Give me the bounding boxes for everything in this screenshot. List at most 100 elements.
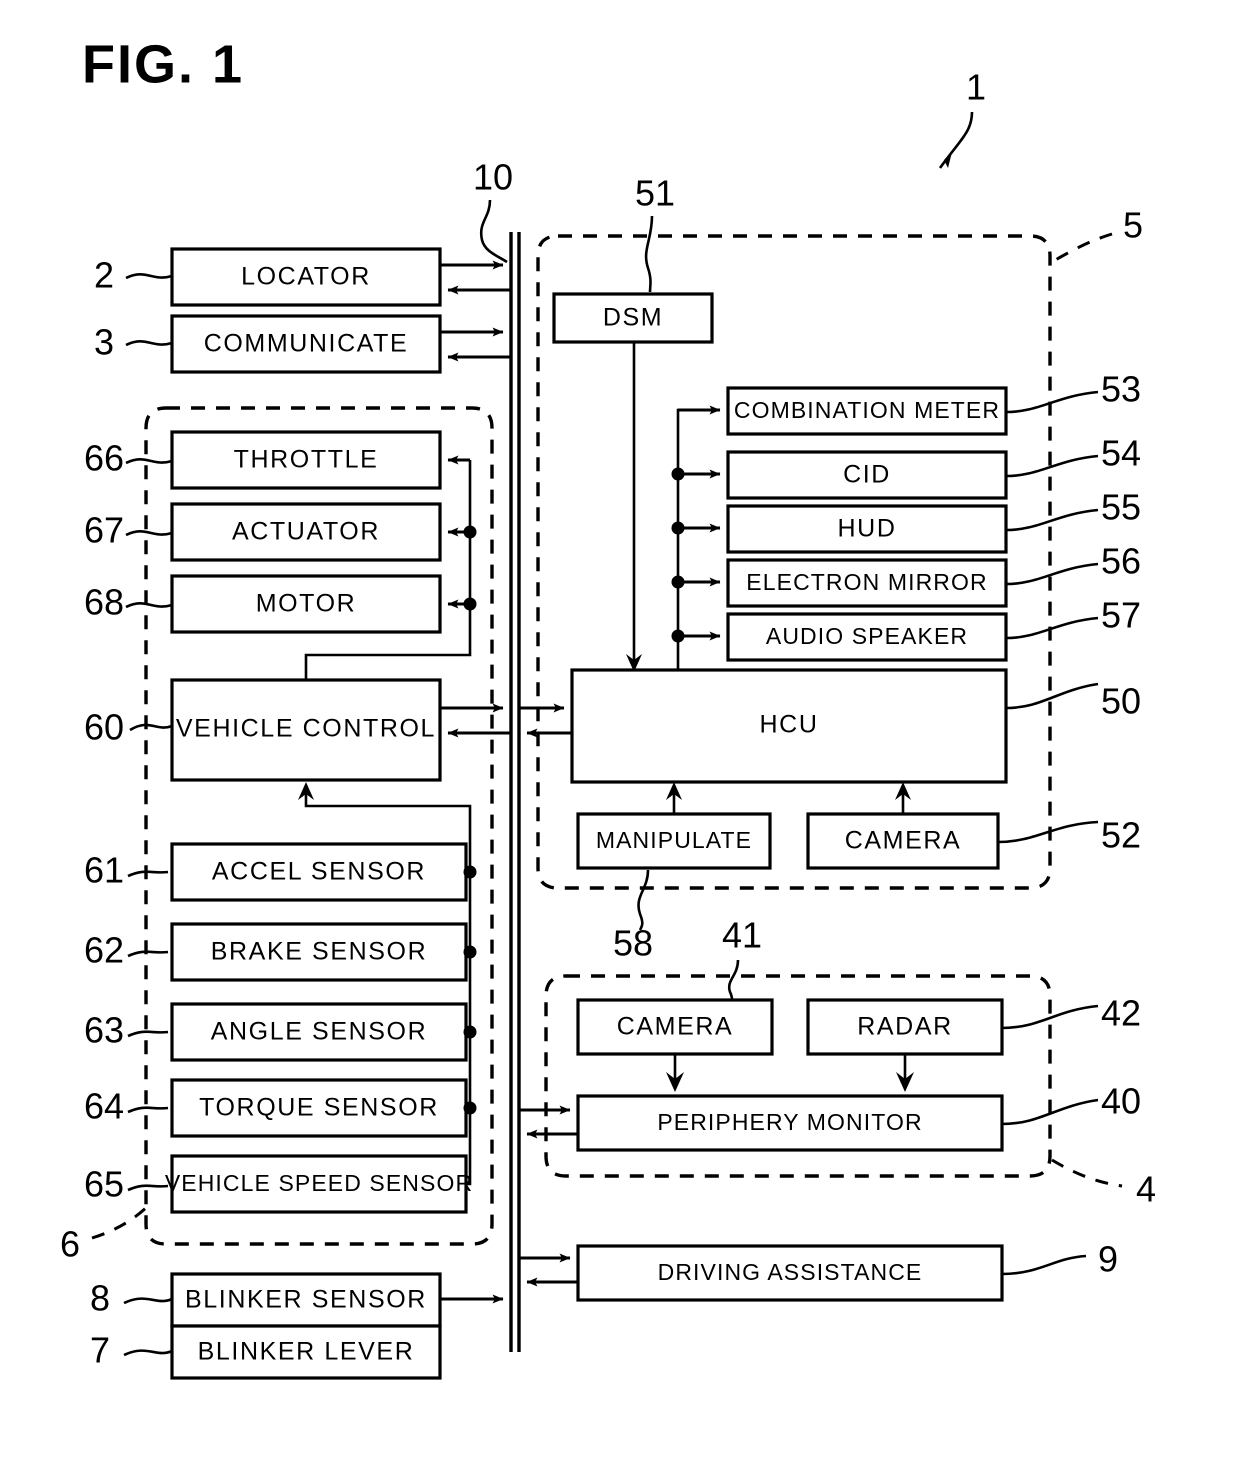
ref-63-leader xyxy=(127,1030,169,1038)
ref-67-leader xyxy=(125,530,173,537)
ref-53: 53 xyxy=(1101,369,1141,410)
junction-dot-cid xyxy=(671,467,685,481)
block-diagram-canvas: FIG. 1 1 10 6 LOCATOR 2 COMMUNICATE 3 TH… xyxy=(60,34,1156,1380)
junction-dot-audio-speaker xyxy=(671,629,685,643)
block-hcu-label: HCU xyxy=(760,711,819,739)
ref-58-leader xyxy=(637,869,650,931)
block-locator-label: LOCATOR xyxy=(241,263,371,291)
ref-56: 56 xyxy=(1101,541,1141,582)
block-combination-meter-label: COMBINATION METER xyxy=(734,397,1000,423)
ref-4-leader xyxy=(1051,1158,1123,1188)
junction-dot-angle xyxy=(463,1025,477,1039)
junction-dot-torque xyxy=(463,1101,477,1115)
ref-3: 3 xyxy=(94,322,114,363)
ref-64: 64 xyxy=(84,1086,124,1127)
ref-66: 66 xyxy=(84,438,124,479)
block-communicate-label: COMMUNICATE xyxy=(204,330,409,358)
block-manipulate-label: MANIPULATE xyxy=(596,827,752,853)
block-dsm-label: DSM xyxy=(603,304,663,332)
ref-3-leader xyxy=(125,340,173,347)
ref-8: 8 xyxy=(90,1278,110,1319)
ref-9: 9 xyxy=(1098,1239,1118,1280)
junction-dot-electron-mirror xyxy=(671,575,685,589)
ref-1-system: 1 xyxy=(966,67,986,108)
junction-dot-actuator xyxy=(463,525,477,539)
block-brake-sensor-label: BRAKE SENSOR xyxy=(211,938,427,966)
ref-50: 50 xyxy=(1101,681,1141,722)
ref-62: 62 xyxy=(84,930,124,971)
figure-title: FIG. 1 xyxy=(82,34,244,94)
block-electron-mirror-label: ELECTRON MIRROR xyxy=(746,569,987,595)
ref-51: 51 xyxy=(635,173,675,214)
ref-53-leader xyxy=(1005,390,1099,414)
block-accel-sensor-label: ACCEL SENSOR xyxy=(212,858,426,886)
ref-40: 40 xyxy=(1101,1081,1141,1122)
block-vehicle-control-label: VEHICLE CONTROL xyxy=(176,715,436,743)
ref-64-leader xyxy=(127,1106,169,1114)
ref-57: 57 xyxy=(1101,595,1141,636)
junction-dot-accel xyxy=(463,865,477,879)
block-periphery-camera-label: CAMERA xyxy=(617,1013,734,1041)
ref-56-leader xyxy=(1005,562,1099,586)
junction-dot-brake xyxy=(463,945,477,959)
block-driving-assistance-label: DRIVING ASSISTANCE xyxy=(658,1259,923,1285)
patent-figure: FIG. 1 1 10 6 LOCATOR 2 COMMUNICATE 3 TH… xyxy=(0,0,1240,1470)
ref-60: 60 xyxy=(84,707,124,748)
ref-51-leader xyxy=(644,215,654,293)
block-actuator-label: ACTUATOR xyxy=(232,518,380,546)
junction-dot-hud xyxy=(671,521,685,535)
wire-vehiclecontrol-to-actuators-rail xyxy=(304,460,472,680)
block-vehicle-speed-sensor-label: VEHICLE SPEED SENSOR xyxy=(165,1170,473,1196)
ref-65-leader xyxy=(127,1184,169,1192)
ref-5-leader xyxy=(1051,232,1113,264)
block-cid-label: CID xyxy=(843,461,891,489)
ref-55: 55 xyxy=(1101,487,1141,528)
ref-52: 52 xyxy=(1101,815,1141,856)
ref-7: 7 xyxy=(90,1330,110,1371)
ref-68-leader xyxy=(125,602,173,609)
ref-6-leader xyxy=(91,1202,152,1240)
junction-dot-motor xyxy=(463,597,477,611)
ref-52-leader xyxy=(997,820,1099,844)
block-hud-label: HUD xyxy=(838,515,897,543)
ref-55-leader xyxy=(1005,508,1099,532)
ref-6-group: 6 xyxy=(60,1224,80,1265)
ref-10-bus: 10 xyxy=(473,157,513,198)
ref-8-leader xyxy=(123,1297,173,1305)
ref-60-leader xyxy=(129,723,173,732)
ref-67: 67 xyxy=(84,510,124,551)
block-hmi-camera-label: CAMERA xyxy=(845,827,962,855)
ref-66-leader xyxy=(125,458,173,465)
block-periphery-monitor-label: PERIPHERY MONITOR xyxy=(657,1109,922,1135)
block-blinker-sensor-label: BLINKER SENSOR xyxy=(185,1286,427,1314)
wire-hcu-output-rail xyxy=(676,408,718,670)
ref-2-leader xyxy=(125,273,173,280)
block-torque-sensor-label: TORQUE SENSOR xyxy=(199,1094,439,1122)
ref-50-leader xyxy=(1005,682,1099,710)
ref-7-leader xyxy=(123,1349,173,1357)
block-radar-label: RADAR xyxy=(857,1013,953,1041)
block-angle-sensor-label: ANGLE SENSOR xyxy=(211,1018,427,1046)
block-audio-speaker-label: AUDIO SPEAKER xyxy=(766,623,968,649)
ref-5-group: 5 xyxy=(1123,205,1143,246)
ref-62-leader xyxy=(127,950,169,958)
ref-61: 61 xyxy=(84,850,124,891)
ref-57-leader xyxy=(1005,616,1099,640)
ref-54-leader xyxy=(1005,454,1099,478)
ref-65: 65 xyxy=(84,1164,124,1205)
ref-68: 68 xyxy=(84,582,124,623)
ref-4-group: 4 xyxy=(1136,1169,1156,1210)
ref-9-leader xyxy=(1001,1254,1087,1276)
ref-42: 42 xyxy=(1101,993,1141,1034)
block-blinker-lever-label: BLINKER LEVER xyxy=(198,1338,415,1366)
ref-54: 54 xyxy=(1101,433,1141,474)
ref-41-leader xyxy=(727,959,740,1001)
ref-2: 2 xyxy=(94,255,114,296)
ref-63: 63 xyxy=(84,1010,124,1051)
block-throttle-label: THROTTLE xyxy=(234,446,379,474)
ref-58: 58 xyxy=(613,923,653,964)
ref-41: 41 xyxy=(722,915,762,956)
ref-61-leader xyxy=(127,870,169,878)
ref-10-leader xyxy=(479,199,508,264)
block-motor-label: MOTOR xyxy=(256,590,357,618)
